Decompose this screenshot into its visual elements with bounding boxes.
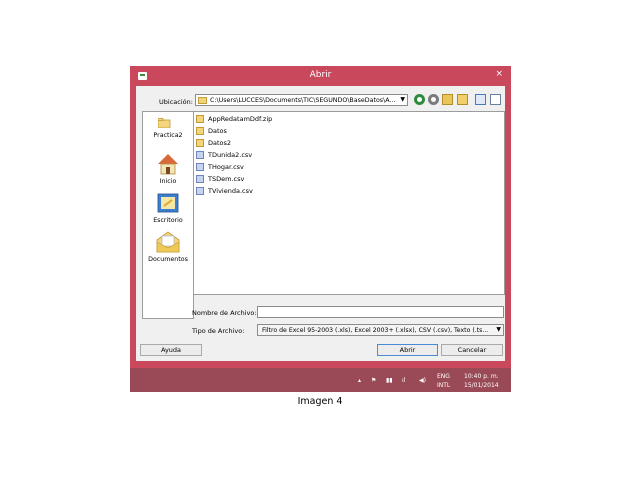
filetype-select[interactable]: Filtro de Excel 95-2003 (.xls), Excel 20…: [257, 324, 504, 336]
place-practica2[interactable]: Practica2: [143, 118, 193, 139]
taskbar: ▴ ⚑ ▮▮ ıl ◀) ENG INTL 10:40 p. m. 15/01/…: [130, 368, 511, 392]
figure-caption: Imagen 4: [297, 396, 343, 407]
filename-label: Nombre de Archivo:: [192, 309, 257, 317]
location-label: Ubicación:: [159, 98, 193, 106]
document-icon: [196, 151, 204, 159]
clock[interactable]: 10:40 p. m. 15/01/2014: [464, 372, 499, 390]
filename-input[interactable]: [257, 306, 504, 318]
folder-icon: [196, 127, 204, 135]
tray-arrow-icon[interactable]: ▴: [358, 377, 361, 384]
file-name: TDunida2.csv: [208, 151, 253, 159]
document-icon: [196, 163, 204, 171]
details-view-icon[interactable]: [490, 94, 501, 105]
dialog-title: Abrir: [309, 70, 332, 80]
chevron-down-icon[interactable]: ▼: [400, 96, 405, 103]
location-path: C:\Users\LUCCES\Documents\TIC\SEGUNDO\Ba…: [210, 97, 396, 104]
document-icon: [196, 175, 204, 183]
dialog-body: Ubicación: C:\Users\LUCCES\Documents\TIC…: [136, 86, 505, 361]
filetype-value: Filtro de Excel 95-2003 (.xls), Excel 20…: [262, 327, 489, 334]
folder-icon: [196, 115, 204, 123]
file-name: Datos2: [208, 139, 232, 147]
places-sidebar: Practica2 Inicio Escritorio Documentos: [142, 111, 194, 319]
back-icon[interactable]: [414, 94, 425, 105]
place-documentos[interactable]: Documentos: [143, 230, 193, 263]
document-icon: [196, 187, 204, 195]
file-list[interactable]: AppRedatamDdf.zip Datos Datos2 TDunida2.…: [193, 111, 505, 295]
language-top: ENG: [437, 373, 450, 380]
flag-icon[interactable]: ⚑: [371, 377, 376, 384]
place-escritorio[interactable]: Escritorio: [143, 192, 193, 224]
location-combo[interactable]: C:\Users\LUCCES\Documents\TIC\SEGUNDO\Ba…: [195, 94, 408, 106]
home-icon: [158, 154, 178, 175]
signal-icon[interactable]: ıl: [402, 377, 405, 384]
place-label: Practica2: [153, 132, 183, 139]
cancel-button[interactable]: Cancelar: [441, 344, 503, 356]
file-name: AppRedatamDdf.zip: [208, 115, 273, 123]
file-name: Datos: [208, 127, 227, 135]
network-icon[interactable]: ▮▮: [386, 377, 393, 384]
title-bar[interactable]: Abrir ×: [130, 66, 511, 86]
forward-icon[interactable]: [428, 94, 439, 105]
folder-icon: [158, 118, 171, 128]
clock-date: 15/01/2014: [464, 382, 499, 389]
chevron-down-icon[interactable]: ▼: [496, 326, 501, 333]
filetype-label: Tipo de Archivo:: [192, 327, 245, 335]
language-bottom: INTL: [437, 382, 451, 389]
desktop-icon: [157, 193, 179, 213]
folder-icon: [198, 97, 207, 104]
help-button[interactable]: Ayuda: [140, 344, 202, 356]
screenshot-frame: Abrir × Ubicación: C:\Users\LUCCES\Docum…: [130, 62, 511, 392]
up-folder-icon[interactable]: [442, 94, 453, 105]
volume-icon[interactable]: ◀): [419, 377, 426, 384]
list-view-icon[interactable]: [475, 94, 486, 105]
new-folder-icon[interactable]: [457, 94, 468, 105]
place-label: Documentos: [148, 256, 188, 263]
file-name: TSDem.csv: [208, 175, 245, 183]
open-button[interactable]: Abrir: [377, 344, 438, 356]
close-icon[interactable]: ×: [495, 69, 503, 79]
place-label: Inicio: [159, 178, 177, 185]
place-inicio[interactable]: Inicio: [143, 152, 193, 185]
place-label: Escritorio: [153, 217, 183, 224]
open-dialog: Abrir × Ubicación: C:\Users\LUCCES\Docum…: [130, 66, 511, 368]
language-indicator[interactable]: ENG INTL: [437, 372, 450, 390]
documents-icon: [156, 231, 180, 253]
clock-time: 10:40 p. m.: [464, 373, 499, 380]
file-name: TVivienda.csv: [208, 187, 253, 195]
file-name: THogar.csv: [208, 163, 244, 171]
folder-icon: [196, 139, 204, 147]
